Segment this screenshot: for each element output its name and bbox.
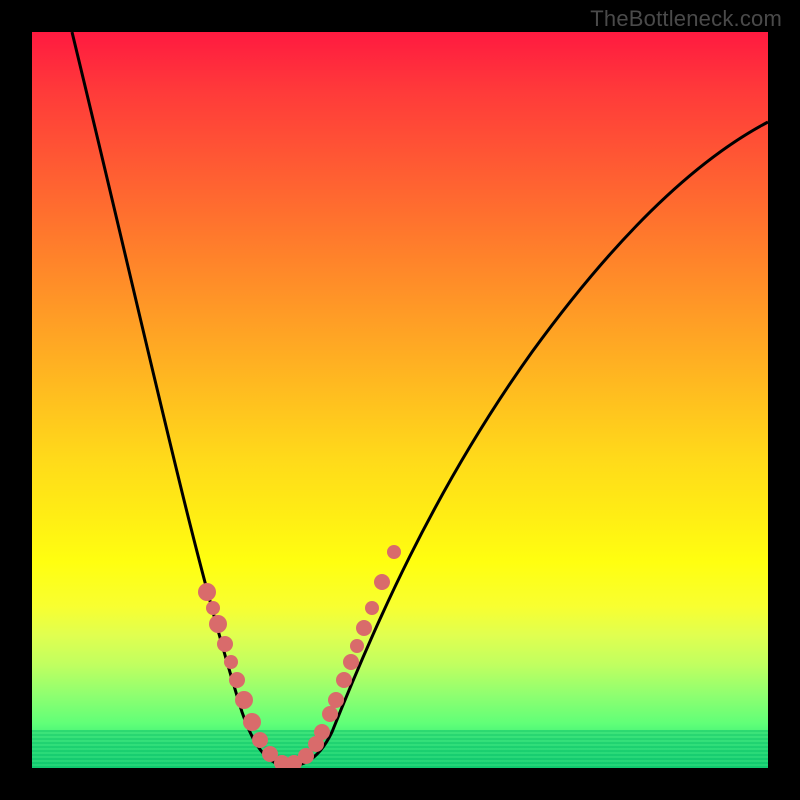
watermark-text: TheBottleneck.com [590, 6, 782, 32]
chart-frame: TheBottleneck.com [0, 0, 800, 800]
data-marker [224, 655, 238, 669]
data-marker [387, 545, 401, 559]
data-marker [328, 692, 344, 708]
marker-group [198, 545, 401, 768]
data-marker [365, 601, 379, 615]
data-marker [343, 654, 359, 670]
data-marker [209, 615, 227, 633]
data-marker [314, 724, 330, 740]
data-marker [206, 601, 220, 615]
bottleneck-curve [72, 32, 768, 766]
data-marker [229, 672, 245, 688]
data-marker [217, 636, 233, 652]
data-marker [243, 713, 261, 731]
curve-svg [32, 32, 768, 768]
data-marker [322, 706, 338, 722]
data-marker [252, 732, 268, 748]
plot-area [32, 32, 768, 768]
data-marker [336, 672, 352, 688]
data-marker [198, 583, 216, 601]
data-marker [374, 574, 390, 590]
data-marker [356, 620, 372, 636]
data-marker [235, 691, 253, 709]
data-marker [350, 639, 364, 653]
